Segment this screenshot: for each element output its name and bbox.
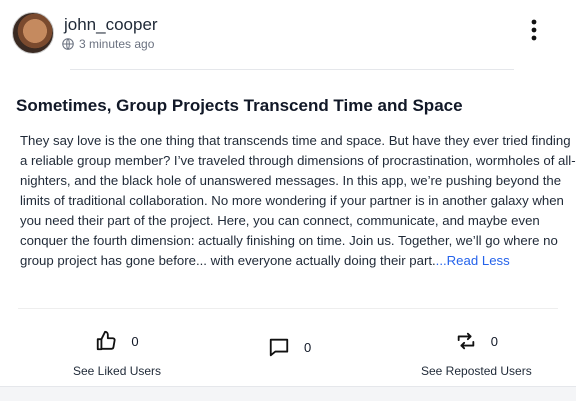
avatar[interactable] [12, 12, 54, 54]
read-less-link[interactable]: ...Read Less [436, 253, 510, 268]
like-button[interactable]: 0 [95, 330, 139, 352]
header-divider [70, 69, 514, 70]
timestamp: 3 minutes ago [79, 37, 155, 51]
repost-button[interactable]: 0 [455, 330, 498, 352]
actions-divider [18, 308, 558, 309]
globe-icon [62, 38, 74, 50]
post-body: They say love is the one thing that tran… [20, 131, 576, 271]
post-body-text: They say love is the one thing that tran… [20, 133, 576, 268]
bottom-divider [0, 386, 576, 387]
comment-action: 0 [268, 336, 311, 358]
comment-count: 0 [304, 339, 312, 355]
repost-action: 0 See Reposted Users [421, 330, 532, 378]
see-liked-users-link[interactable]: See Liked Users [73, 364, 161, 378]
repost-count: 0 [490, 333, 498, 349]
more-options-button[interactable] [522, 18, 546, 42]
kebab-menu-icon [531, 19, 537, 41]
like-count: 0 [131, 333, 139, 349]
post-meta: 3 minutes ago [61, 37, 154, 51]
repost-icon [457, 332, 474, 350]
comment-button[interactable]: 0 [268, 336, 311, 358]
see-reposted-users-link[interactable]: See Reposted Users [421, 364, 532, 378]
post-card: john_cooper 3 minutes ago Sometimes, Gro… [0, 0, 576, 386]
post-title: Sometimes, Group Projects Transcend Time… [16, 96, 463, 115]
comment-icon [269, 338, 289, 357]
thumbs-up-icon [97, 330, 116, 351]
username[interactable]: john_cooper [64, 15, 158, 35]
like-action: 0 See Liked Users [73, 330, 161, 378]
